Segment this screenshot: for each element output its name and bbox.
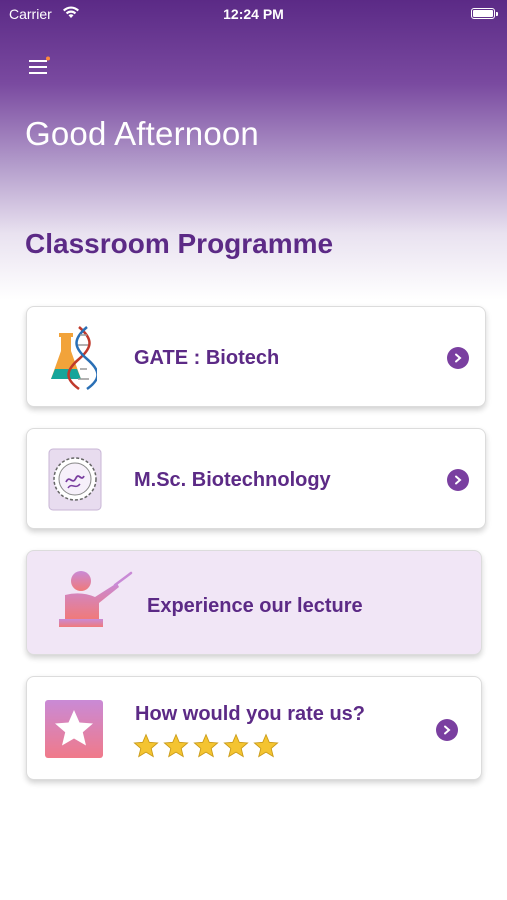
cell-icon xyxy=(48,448,102,511)
card-msc-biotechnology[interactable]: M.Sc. Biotechnology xyxy=(26,428,486,529)
chevron-right-icon[interactable] xyxy=(436,719,458,741)
chevron-right-icon[interactable] xyxy=(447,347,469,369)
card-label-gate-biotech: GATE : Biotech xyxy=(134,347,280,369)
card-gate-biotech[interactable]: GATE : Biotech xyxy=(26,306,486,407)
lecturer-icon xyxy=(59,571,133,627)
status-time: 12:24 PM xyxy=(223,6,284,22)
menu-icon[interactable] xyxy=(27,56,53,78)
greeting-text: Good Afternoon xyxy=(25,115,259,152)
card-label-rate-us: How would you rate us? xyxy=(135,703,366,725)
star-icon[interactable] xyxy=(133,733,159,759)
dna-flask-icon xyxy=(51,326,97,391)
rating-stars[interactable] xyxy=(133,733,279,759)
card-label-experience-lecture: Experience our lecture xyxy=(147,595,363,617)
battery-icon xyxy=(471,8,498,19)
star-badge-icon xyxy=(45,700,103,758)
star-icon[interactable] xyxy=(253,733,279,759)
star-icon[interactable] xyxy=(223,733,249,759)
card-rate-us[interactable]: How would you rate us? xyxy=(26,676,482,780)
status-bar: Carrier 12:24 PM xyxy=(0,0,507,28)
star-icon[interactable] xyxy=(163,733,189,759)
chevron-right-icon[interactable] xyxy=(447,469,469,491)
card-experience-lecture[interactable]: Experience our lecture xyxy=(26,550,482,655)
card-label-msc-biotechnology: M.Sc. Biotechnology xyxy=(134,469,331,491)
section-title: Classroom Programme xyxy=(25,228,334,259)
star-icon[interactable] xyxy=(193,733,219,759)
